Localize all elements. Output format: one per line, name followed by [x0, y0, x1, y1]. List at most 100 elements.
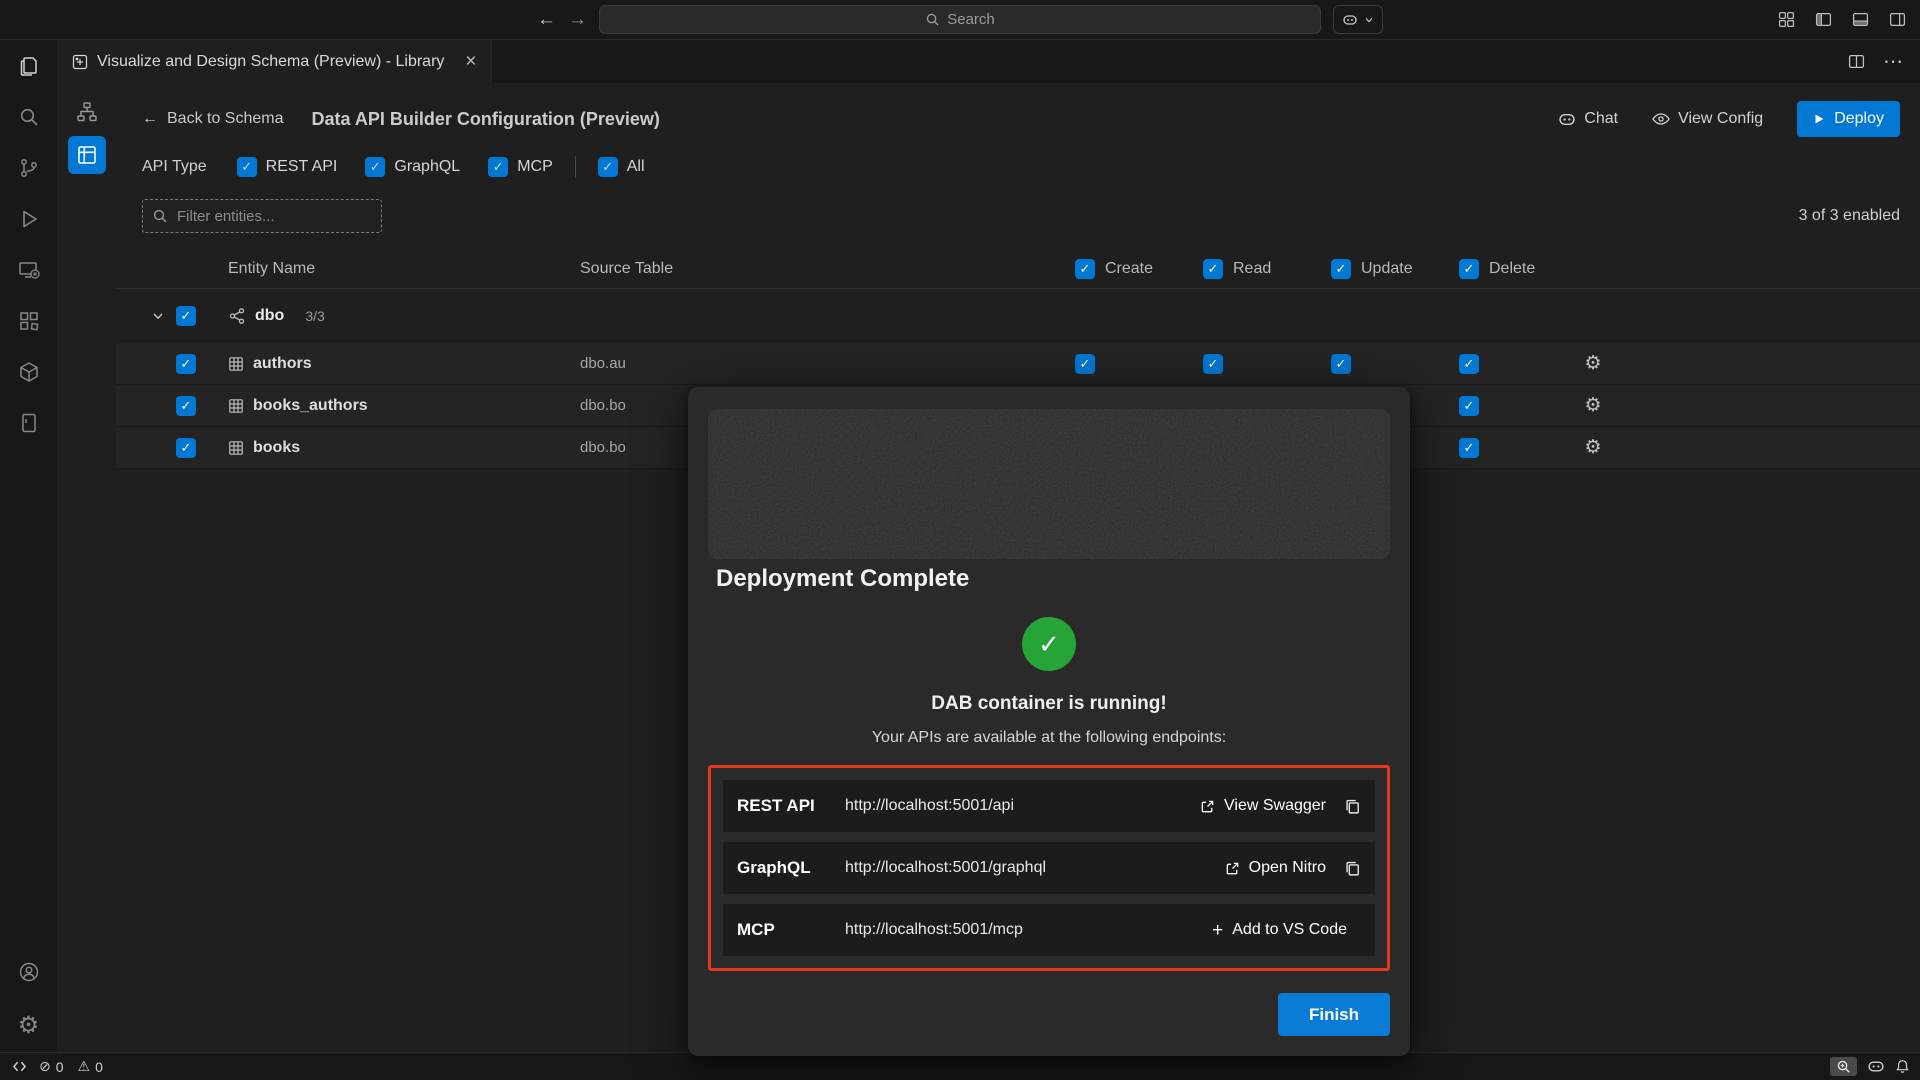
- vscode-window: ← → Search: [0, 0, 1920, 1080]
- chat-label: Chat: [1584, 110, 1618, 128]
- problems-indicator[interactable]: ⊘ 0 ⚠ 0: [39, 1058, 103, 1075]
- activity-bar: ⚙: [0, 40, 58, 1052]
- create-all-checkbox[interactable]: [1075, 259, 1095, 279]
- read-all-checkbox[interactable]: [1203, 259, 1223, 279]
- row-select-checkbox[interactable]: [176, 354, 196, 374]
- view-config-label: View Config: [1678, 110, 1763, 128]
- rest-api-label: REST API: [266, 158, 338, 176]
- zoom-indicator[interactable]: [1830, 1057, 1857, 1076]
- editor-content: ← Back to Schema Data API Builder Config…: [58, 83, 1920, 1052]
- row-select-checkbox[interactable]: [176, 438, 196, 458]
- delete-checkbox[interactable]: [1459, 396, 1479, 416]
- all-checkbox[interactable]: [598, 157, 618, 177]
- search-placeholder-text: Search: [947, 11, 995, 28]
- group-select-checkbox[interactable]: [176, 306, 196, 326]
- delete-checkbox[interactable]: [1459, 354, 1479, 374]
- layout-grid-icon[interactable]: [1778, 11, 1795, 28]
- settings-gear-icon[interactable]: ⚙: [18, 1011, 40, 1040]
- api-type-label: API Type: [142, 158, 207, 176]
- api-type-graphql[interactable]: GraphQL: [365, 157, 460, 177]
- editor-actions-more-icon[interactable]: ⋯: [1883, 49, 1904, 74]
- notifications-bell-icon[interactable]: [1895, 1059, 1910, 1074]
- container-cube-icon[interactable]: [17, 360, 41, 384]
- filter-entities-input[interactable]: [142, 199, 382, 233]
- accounts-icon[interactable]: [17, 960, 41, 984]
- view-swagger-link[interactable]: View Swagger: [1200, 797, 1326, 815]
- add-to-vscode-link[interactable]: + Add to VS Code: [1212, 921, 1347, 940]
- warning-count: 0: [95, 1059, 103, 1075]
- error-icon: ⊘: [39, 1058, 51, 1075]
- tab-close-icon[interactable]: ×: [465, 52, 476, 71]
- view-config-button[interactable]: View Config: [1652, 110, 1763, 128]
- toggle-sidebar-left-icon[interactable]: [1815, 11, 1832, 28]
- row-settings-gear-icon[interactable]: ⚙: [1581, 352, 1605, 375]
- remote-indicator[interactable]: [12, 1060, 27, 1073]
- finish-button[interactable]: Finish: [1278, 993, 1390, 1036]
- schema-group-row[interactable]: dbo 3/3: [116, 289, 1920, 343]
- table-row-authors[interactable]: authors dbo.au ⚙: [116, 343, 1920, 385]
- history-forward-button[interactable]: →: [568, 9, 587, 31]
- split-editor-icon[interactable]: [1848, 53, 1865, 70]
- schema-share-icon: [228, 307, 246, 325]
- graphql-checkbox[interactable]: [365, 157, 385, 177]
- copy-icon[interactable]: [1344, 860, 1361, 877]
- copilot-menu-button[interactable]: [1333, 5, 1383, 34]
- open-nitro-link[interactable]: Open Nitro: [1225, 859, 1326, 877]
- run-debug-icon[interactable]: [17, 207, 41, 231]
- chat-button[interactable]: Chat: [1558, 110, 1618, 128]
- copilot-icon: [1342, 13, 1358, 27]
- read-checkbox[interactable]: [1203, 354, 1223, 374]
- table-grid-icon: [228, 440, 244, 456]
- update-all-checkbox[interactable]: [1331, 259, 1351, 279]
- mcp-checkbox[interactable]: [488, 157, 508, 177]
- col-create: Create: [1075, 259, 1203, 279]
- col-entity-name: Entity Name: [216, 260, 580, 278]
- create-checkbox[interactable]: [1075, 354, 1095, 374]
- row-settings-gear-icon[interactable]: ⚙: [1581, 394, 1605, 417]
- command-center-search[interactable]: Search: [599, 5, 1321, 34]
- database-icon[interactable]: [17, 411, 41, 435]
- table-grid-icon: [228, 398, 244, 414]
- table-config-tool-active[interactable]: [68, 136, 106, 174]
- extensions-icon[interactable]: [17, 309, 41, 333]
- copilot-status-icon[interactable]: [1867, 1059, 1885, 1074]
- toggle-sidebar-right-icon[interactable]: [1889, 11, 1906, 28]
- explorer-icon[interactable]: [17, 54, 41, 78]
- schema-designer-icon[interactable]: [76, 101, 98, 123]
- schema-tab-icon: [72, 54, 88, 70]
- tab-title: Visualize and Design Schema (Preview) - …: [97, 53, 444, 71]
- row-settings-gear-icon[interactable]: ⚙: [1581, 436, 1605, 459]
- tab-bar: Visualize and Design Schema (Preview) - …: [58, 40, 1920, 83]
- source-control-icon[interactable]: [17, 156, 41, 180]
- remote-explorer-icon[interactable]: [17, 258, 41, 282]
- endpoint-url: http://localhost:5001/api: [845, 797, 1200, 815]
- tab-visualize-design-schema[interactable]: Visualize and Design Schema (Preview) - …: [58, 40, 492, 83]
- remote-chevrons-icon: [12, 1060, 27, 1073]
- api-type-rest[interactable]: REST API: [237, 157, 338, 177]
- delete-all-checkbox[interactable]: [1459, 259, 1479, 279]
- table-config-icon: [76, 144, 98, 166]
- endpoint-row-mcp: MCP http://localhost:5001/mcp + Add to V…: [723, 904, 1375, 956]
- table-grid-icon: [228, 356, 244, 372]
- api-type-all[interactable]: All: [598, 157, 645, 177]
- schema-group-name: dbo: [255, 307, 284, 325]
- back-to-schema-link[interactable]: ← Back to Schema: [142, 110, 284, 128]
- row-select-checkbox[interactable]: [176, 396, 196, 416]
- endpoint-row-graphql: GraphQL http://localhost:5001/graphql Op…: [723, 842, 1375, 894]
- toggle-panel-bottom-icon[interactable]: [1852, 11, 1869, 28]
- error-count: 0: [56, 1059, 64, 1075]
- update-checkbox[interactable]: [1331, 354, 1351, 374]
- col-read: Read: [1203, 259, 1331, 279]
- deploy-button[interactable]: Deploy: [1797, 101, 1900, 137]
- col-update: Update: [1331, 259, 1459, 279]
- warning-icon: ⚠: [78, 1058, 91, 1075]
- history-back-button[interactable]: ←: [537, 9, 556, 31]
- delete-checkbox[interactable]: [1459, 438, 1479, 458]
- copy-icon[interactable]: [1344, 798, 1361, 815]
- chevron-down-icon[interactable]: [140, 309, 176, 323]
- search-sidebar-icon[interactable]: [17, 105, 41, 129]
- api-type-mcp[interactable]: MCP: [488, 157, 553, 177]
- rest-api-checkbox[interactable]: [237, 157, 257, 177]
- search-icon: [925, 12, 940, 27]
- entity-name: books_authors: [253, 397, 368, 415]
